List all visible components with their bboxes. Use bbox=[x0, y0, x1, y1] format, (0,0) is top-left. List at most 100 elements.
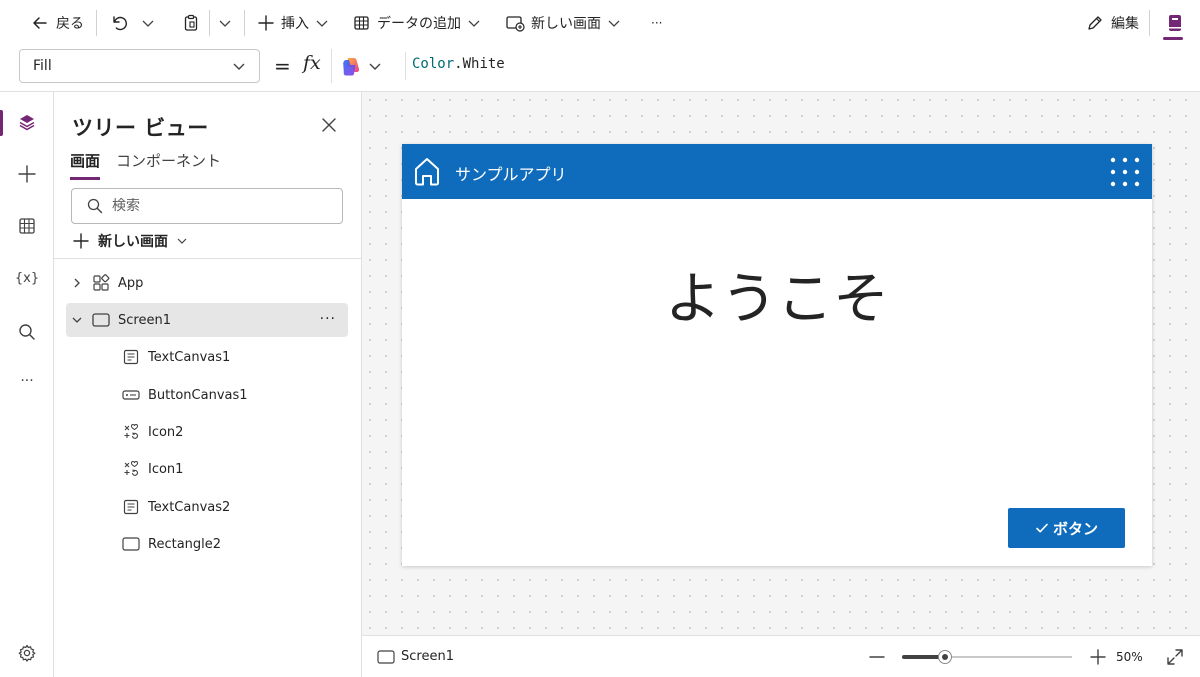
more-commands-button[interactable]: ··· bbox=[645, 7, 668, 39]
paste-button[interactable] bbox=[175, 7, 207, 39]
toolbar-divider bbox=[244, 10, 245, 36]
undo-icon bbox=[109, 13, 129, 33]
paste-dropdown[interactable] bbox=[212, 7, 238, 39]
chevron-down-icon bbox=[467, 16, 481, 30]
close-tree-view-button[interactable] bbox=[320, 116, 338, 134]
chevron-down-icon bbox=[368, 59, 382, 73]
table-icon bbox=[17, 216, 37, 236]
tab-screens[interactable]: 画面 bbox=[70, 150, 101, 180]
formula-keyword: Color bbox=[412, 56, 455, 72]
plus-icon bbox=[257, 14, 275, 32]
rail-data-button[interactable] bbox=[0, 206, 54, 246]
table-icon bbox=[353, 14, 371, 32]
tab-components[interactable]: コンポーネント bbox=[116, 150, 221, 180]
zoom-in-button[interactable] bbox=[1089, 648, 1107, 666]
tree-item-screen1[interactable]: Screen1 ··· bbox=[66, 303, 348, 337]
text-icon bbox=[118, 348, 144, 366]
arrow-left-icon bbox=[30, 13, 50, 33]
tree-new-screen-label: 新しい画面 bbox=[98, 234, 168, 250]
tree-item-more-button[interactable]: ··· bbox=[320, 311, 336, 327]
checkmark-icon bbox=[1035, 521, 1049, 535]
screen-icon bbox=[88, 312, 114, 328]
fx-icon: fx bbox=[303, 52, 321, 74]
home-icon[interactable] bbox=[412, 155, 442, 187]
tree-item-label: Icon2 bbox=[148, 424, 184, 440]
tree-item-textcanvas2[interactable]: TextCanvas2 bbox=[118, 490, 348, 524]
add-data-button[interactable]: データの追加 bbox=[347, 7, 487, 39]
formula-input-area: Color.White bbox=[331, 49, 1200, 83]
layers-icon bbox=[17, 112, 37, 132]
insert-button-label: 挿入 bbox=[281, 16, 309, 32]
search-icon bbox=[86, 197, 104, 215]
new-screen-button[interactable]: 新しい画面 bbox=[499, 7, 627, 39]
chevron-down-icon[interactable] bbox=[66, 314, 88, 326]
tree-divider bbox=[54, 258, 361, 259]
screen-icon bbox=[377, 649, 395, 664]
formula-member: .White bbox=[454, 56, 505, 72]
zoom-slider[interactable] bbox=[902, 650, 1072, 664]
tree-new-screen-button[interactable]: 新しい画面 bbox=[72, 231, 188, 251]
tree-item-app[interactable]: App bbox=[66, 266, 348, 300]
chevron-down-icon bbox=[218, 16, 232, 30]
app-mode-button[interactable] bbox=[1150, 0, 1200, 46]
minus-icon bbox=[868, 648, 886, 666]
left-rail: {x} ··· bbox=[0, 92, 54, 677]
chevron-right-icon[interactable] bbox=[66, 277, 88, 289]
tree-item-rectangle2[interactable]: Rectangle2 bbox=[118, 527, 348, 561]
app-book-icon bbox=[1165, 13, 1185, 33]
tree-item-icon2[interactable]: Icon2 bbox=[118, 415, 348, 449]
zoom-level-label: 50% bbox=[1116, 650, 1143, 664]
preview-button[interactable]: ボタン bbox=[1008, 508, 1125, 548]
toolbar-divider bbox=[96, 10, 97, 36]
tree-item-label: TextCanvas2 bbox=[148, 499, 231, 515]
formula-input[interactable]: Color.White bbox=[412, 56, 505, 72]
copilot-icon bbox=[340, 55, 362, 77]
rail-variables-button[interactable]: {x} bbox=[0, 258, 54, 298]
new-screen-button-label: 新しい画面 bbox=[531, 16, 601, 32]
rail-search-button[interactable] bbox=[0, 312, 54, 352]
toolbar-divider bbox=[209, 10, 210, 36]
back-button[interactable]: 戻る bbox=[24, 7, 90, 39]
tree-item-icon1[interactable]: Icon1 bbox=[118, 452, 348, 486]
tree-item-label: Rectangle2 bbox=[148, 536, 222, 552]
icons-icon bbox=[118, 423, 144, 441]
more-icon: ··· bbox=[651, 16, 663, 30]
property-dropdown[interactable]: Fill bbox=[19, 49, 260, 83]
app-screen-preview[interactable]: サンプルアプリ ようこそ ボタン bbox=[402, 144, 1152, 566]
tree-search-box bbox=[71, 188, 343, 224]
tree-item-textcanvas1[interactable]: TextCanvas1 bbox=[118, 340, 348, 374]
zoom-slider-thumb[interactable] bbox=[937, 650, 952, 664]
tree-item-buttoncanvas1[interactable]: ButtonCanvas1 bbox=[118, 378, 348, 412]
plus-icon bbox=[72, 232, 90, 250]
rail-settings-button[interactable] bbox=[0, 633, 54, 673]
more-icon: ··· bbox=[20, 373, 34, 389]
tree-search-input[interactable] bbox=[112, 198, 312, 214]
plus-icon bbox=[1089, 648, 1107, 666]
app-icon bbox=[88, 274, 114, 292]
back-button-label: 戻る bbox=[56, 16, 84, 32]
welcome-text[interactable]: ようこそ bbox=[402, 254, 1152, 335]
variables-icon: {x} bbox=[14, 270, 40, 286]
insert-button[interactable]: 挿入 bbox=[251, 7, 335, 39]
tree-item-label: Screen1 bbox=[118, 312, 171, 328]
edit-button[interactable]: 編集 bbox=[1077, 7, 1147, 39]
current-screen-indicator[interactable]: Screen1 bbox=[377, 649, 454, 664]
undo-button[interactable] bbox=[103, 7, 135, 39]
property-value: Fill bbox=[33, 58, 52, 74]
rail-tree-view-button[interactable] bbox=[0, 102, 54, 142]
tree-item-label: App bbox=[118, 275, 144, 291]
undo-dropdown[interactable] bbox=[135, 7, 161, 39]
copilot-button[interactable] bbox=[340, 52, 406, 80]
waffle-icon[interactable] bbox=[1109, 156, 1141, 188]
rail-insert-button[interactable] bbox=[0, 154, 54, 194]
current-screen-label: Screen1 bbox=[401, 649, 454, 664]
button-icon bbox=[118, 388, 144, 402]
chevron-down-icon bbox=[607, 16, 621, 30]
zoom-out-button[interactable] bbox=[868, 648, 886, 666]
formula-bar: Fill = fx Color.White bbox=[0, 46, 1200, 92]
app-header-bar[interactable]: サンプルアプリ bbox=[402, 144, 1152, 199]
search-icon bbox=[17, 322, 37, 342]
rail-more-button[interactable]: ··· bbox=[0, 361, 54, 401]
chevron-down-icon bbox=[315, 16, 329, 30]
fit-to-window-button[interactable] bbox=[1165, 647, 1185, 667]
